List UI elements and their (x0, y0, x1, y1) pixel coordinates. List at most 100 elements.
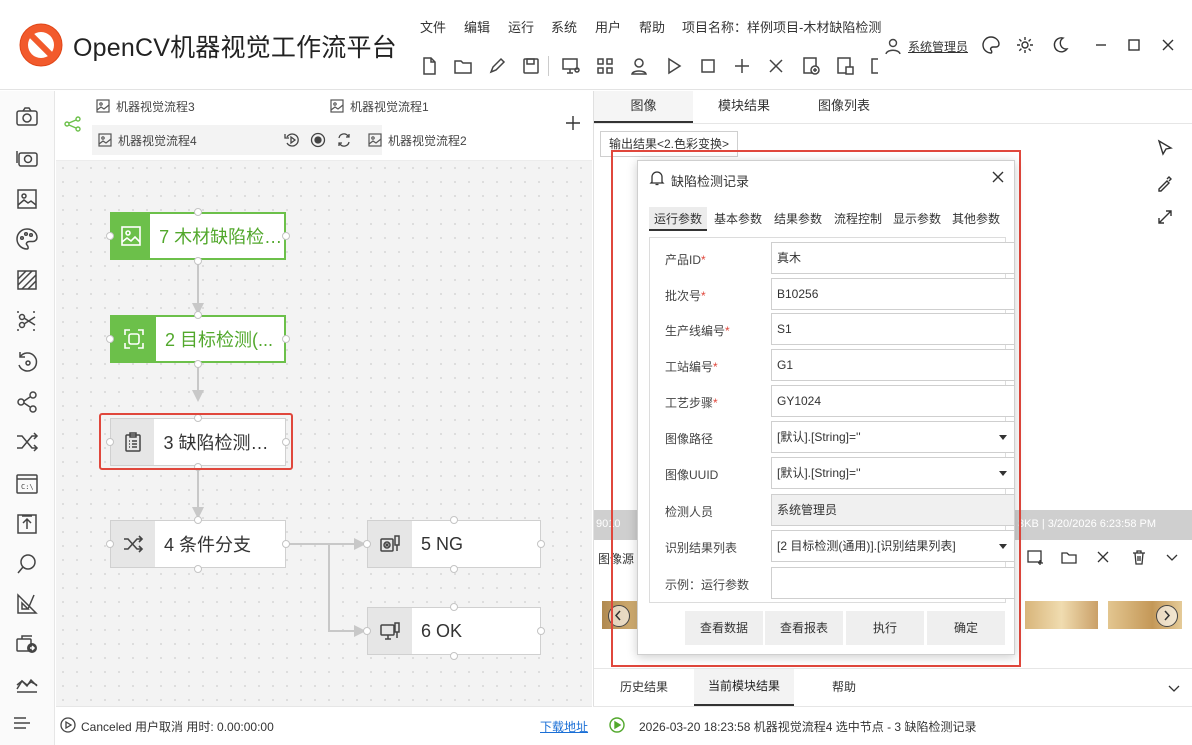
flow-node-6[interactable]: 6 OK (367, 607, 541, 655)
node-port[interactable] (282, 335, 290, 343)
user-icon[interactable] (628, 55, 650, 77)
menu-hamburger-icon[interactable] (14, 717, 30, 729)
tab-flow-2[interactable]: 机器视觉流程2 (368, 125, 467, 155)
flow-node-7[interactable]: 7 木材缺陷检测(... (110, 212, 286, 260)
search-icon[interactable] (14, 551, 40, 577)
maximize-icon[interactable] (1124, 35, 1144, 55)
tab-flow-4[interactable]: 机器视觉流程4 (92, 125, 382, 155)
node-port[interactable] (106, 540, 114, 548)
graph-nodes-icon[interactable] (14, 389, 40, 415)
node-port[interactable] (363, 627, 371, 635)
example-input[interactable] (771, 567, 1015, 599)
tab-current-module-result[interactable]: 当前模块结果 (694, 669, 794, 706)
node-port[interactable] (537, 540, 545, 548)
save-icon[interactable] (520, 55, 542, 77)
menu-user[interactable]: 用户 (595, 17, 621, 36)
image-path-select[interactable]: [默认].[String]='' (771, 421, 1015, 453)
add-flow-tab-icon[interactable] (565, 115, 581, 131)
flow-node-5[interactable]: 5 NG (367, 520, 541, 568)
delete-x-icon[interactable] (765, 55, 787, 77)
node-port[interactable] (363, 540, 371, 548)
data-export-icon[interactable] (14, 631, 40, 657)
color-palette-icon[interactable] (14, 226, 40, 252)
close-window-icon[interactable] (1158, 35, 1178, 55)
tab-module-result[interactable]: 模块结果 (694, 91, 794, 123)
dialog-tab-result-params[interactable]: 结果参数 (769, 207, 827, 231)
flow-node-4[interactable]: 4 条件分支 (110, 520, 286, 568)
camera-monitor-icon[interactable] (560, 55, 582, 77)
station-no-input[interactable]: G1 (771, 349, 1015, 381)
minimize-icon[interactable] (1091, 35, 1111, 55)
export-page-icon[interactable] (834, 55, 856, 77)
batch-no-input[interactable]: B10256 (771, 278, 1015, 310)
stop-icon[interactable] (697, 55, 719, 77)
chevron-down-icon[interactable] (1164, 549, 1180, 565)
node-port[interactable] (194, 360, 202, 368)
fit-expand-icon[interactable] (1155, 207, 1175, 227)
area-chart-icon[interactable] (14, 671, 40, 697)
shuffle-branch-icon[interactable] (14, 429, 40, 455)
console-icon[interactable]: C:\ (14, 471, 40, 497)
tab-help[interactable]: 帮助 (794, 669, 894, 706)
measure-ruler-icon[interactable] (14, 591, 40, 617)
loop-run-icon[interactable] (336, 132, 352, 148)
node-port[interactable] (450, 516, 458, 524)
dialog-tab-other-params[interactable]: 其他参数 (947, 207, 1005, 231)
tab-history-result[interactable]: 历史结果 (594, 669, 694, 706)
dark-mode-moon-icon[interactable] (1050, 35, 1070, 55)
image-uuid-select[interactable]: [默认].[String]='' (771, 457, 1015, 489)
filter-hatch-icon[interactable] (14, 267, 40, 293)
user-name-link[interactable]: 系统管理员 (908, 38, 968, 55)
close-icon[interactable] (990, 169, 1006, 185)
node-port[interactable] (450, 565, 458, 573)
image-icon[interactable] (14, 186, 40, 212)
flow-node-2[interactable]: 2 目标检测(... (110, 315, 286, 363)
run-once-icon[interactable] (284, 132, 300, 148)
node-port[interactable] (537, 627, 545, 635)
scroll-right-icon[interactable] (1156, 605, 1178, 627)
flow-share-icon[interactable] (64, 116, 82, 132)
record-icon[interactable] (310, 132, 326, 148)
trash-icon[interactable] (1130, 548, 1148, 566)
node-port[interactable] (194, 516, 202, 524)
menu-run[interactable]: 运行 (508, 17, 534, 36)
more-tools-icon[interactable] (868, 55, 878, 77)
product-id-input[interactable]: 真木 (771, 242, 1015, 274)
node-port[interactable] (194, 311, 202, 319)
open-folder-icon[interactable] (452, 55, 474, 77)
node-port[interactable] (106, 232, 114, 240)
edit-pen-icon[interactable] (486, 55, 508, 77)
tab-flow-1[interactable]: 机器视觉流程1 (330, 91, 429, 121)
menu-edit[interactable]: 编辑 (464, 17, 490, 36)
eyedropper-icon[interactable] (1155, 173, 1175, 193)
node-port[interactable] (450, 652, 458, 660)
tab-flow-3[interactable]: 机器视觉流程3 (96, 91, 195, 121)
view-report-button[interactable]: 查看报表 (765, 611, 843, 645)
camera-icon[interactable] (14, 104, 40, 130)
node-port[interactable] (282, 540, 290, 548)
dialog-tab-display-params[interactable]: 显示参数 (888, 207, 946, 231)
upload-screen-icon[interactable] (14, 511, 40, 537)
download-link[interactable]: 下载地址 (540, 718, 588, 735)
view-data-button[interactable]: 查看数据 (685, 611, 763, 645)
menu-help[interactable]: 帮助 (639, 17, 665, 36)
add-image-icon[interactable] (1026, 548, 1044, 566)
confirm-button[interactable]: 确定 (927, 611, 1005, 645)
add-icon[interactable] (731, 55, 753, 77)
modules-grid-icon[interactable] (594, 55, 616, 77)
dialog-tab-run-params[interactable]: 运行参数 (649, 207, 707, 231)
tab-image-list[interactable]: 图像列表 (794, 91, 894, 123)
line-no-input[interactable]: S1 (771, 313, 1015, 345)
settings-gear-icon[interactable] (1015, 35, 1035, 55)
node-port[interactable] (450, 603, 458, 611)
node-port[interactable] (282, 232, 290, 240)
result-list-select[interactable]: [2 目标检测(通用)].[识别结果列表] (771, 530, 1015, 562)
image-thumbnail[interactable] (1025, 601, 1098, 629)
dialog-tab-flow-control[interactable]: 流程控制 (829, 207, 887, 231)
run-play-icon[interactable] (662, 55, 684, 77)
theme-palette-icon[interactable] (981, 35, 1001, 55)
crop-cut-icon[interactable] (14, 308, 40, 334)
multi-camera-icon[interactable] (14, 145, 40, 171)
node-port[interactable] (194, 565, 202, 573)
pointer-tool-icon[interactable] (1155, 138, 1175, 158)
